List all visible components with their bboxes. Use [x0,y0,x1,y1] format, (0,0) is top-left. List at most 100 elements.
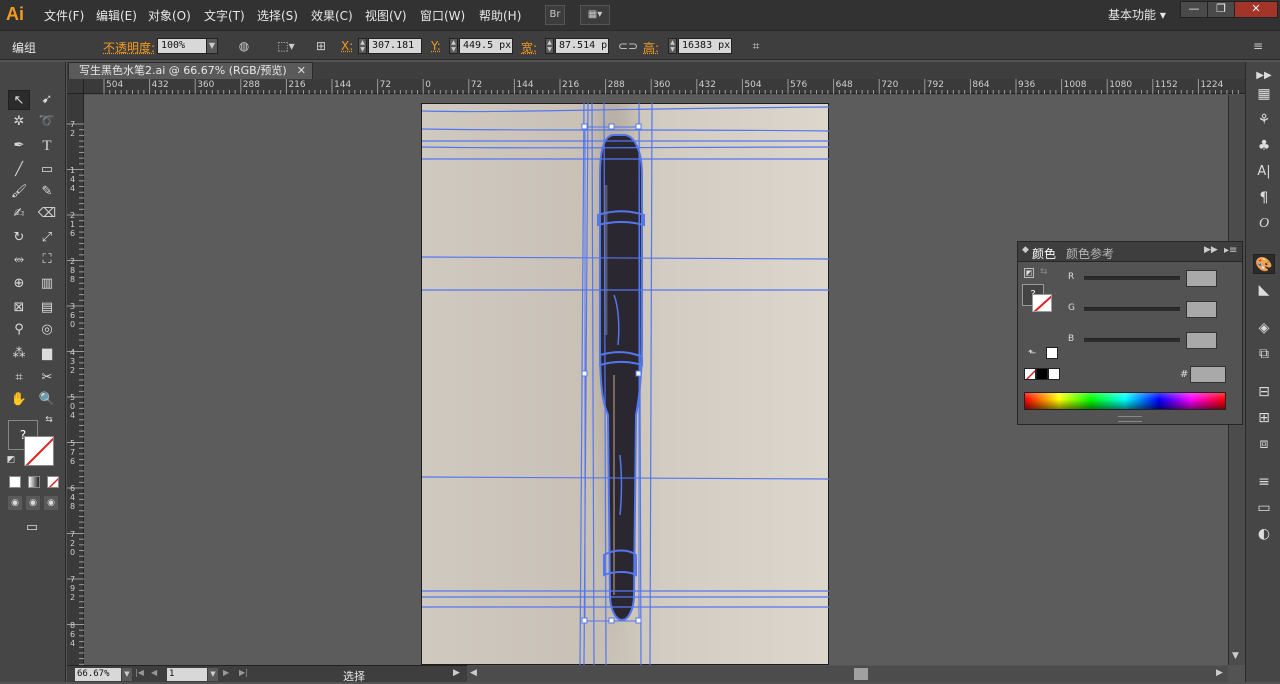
x-spinner[interactable]: ▲ ▼ [358,38,367,54]
black-swatch[interactable] [1036,368,1048,380]
lasso-tool-icon[interactable]: ➰ [36,112,58,132]
panel-stroke-swatch[interactable] [1032,294,1052,312]
panel-grip-icon[interactable]: ◆ [1022,245,1029,255]
width-field[interactable]: 87.514 p [555,38,609,54]
none-swatch[interactable] [1024,368,1036,380]
x-label[interactable]: X: [341,39,353,53]
scale-tool-icon[interactable]: ⤢ [36,228,58,248]
channel-r-value[interactable] [1186,270,1217,287]
paintbrush-tool-icon[interactable]: 🖌 [8,182,30,202]
draw-behind-icon[interactable]: ◉ [26,496,40,510]
horizontal-scroll-thumb[interactable] [854,668,868,680]
magic-wand-tool-icon[interactable]: ✲ [8,112,30,132]
handle-top-center[interactable] [608,123,615,130]
brushes-icon[interactable]: ⚘ [1253,110,1275,130]
x-field[interactable]: 307.181 [368,38,422,54]
color-guide-icon[interactable]: ◣ [1253,280,1275,300]
stroke-panel-icon[interactable]: ≡ [1253,472,1275,492]
horizontal-ruler[interactable]: 504 432 360 288 216 144 72 0 72 144 216 288 360 432 50… [84,79,1245,94]
perspective-grid-tool-icon[interactable]: ▥ [36,274,58,294]
control-menu-icon[interactable]: ≡ [1250,39,1266,53]
artboard-dropdown-icon[interactable]: ▼ [208,668,218,681]
handle-bottom-right[interactable] [635,617,642,624]
default-fill-stroke-icon[interactable]: ◩ [4,454,18,466]
selection-tool-icon[interactable]: ↖ [8,90,30,110]
opacity-dropdown-icon[interactable]: ▼ [206,38,218,54]
opentype-icon[interactable]: O [1253,214,1275,234]
document-tab[interactable]: 写生黑色水笔2.ai @ 66.67% (RGB/预览) ✕ [68,62,313,79]
column-graph-tool-icon[interactable]: ▆ [36,344,58,364]
tab-color[interactable]: 颜色 [1032,245,1056,262]
menu-window[interactable]: 窗口(W) [420,7,465,24]
out-of-gamut-icon[interactable]: ⬑ [1028,348,1036,359]
scroll-left-icon[interactable]: ◀ [470,668,477,678]
screen-mode-icon[interactable]: ▭ [20,518,44,538]
width-label[interactable]: 宽: [521,39,537,56]
pathfinder-icon[interactable]: ⊞ [1253,408,1275,428]
white-swatch[interactable] [1048,368,1060,380]
slice-tool-icon[interactable]: ✂ [36,368,58,388]
minimize-button[interactable]: — [1180,1,1208,18]
gradient-tool-icon[interactable]: ▤ [36,298,58,318]
zoom-dropdown-icon[interactable]: ▼ [122,668,132,681]
layers-icon[interactable]: ◈ [1253,318,1275,338]
scroll-down-icon[interactable]: ▼ [1232,651,1239,661]
arrange-documents-button[interactable]: ▦▾ [580,5,610,25]
height-spinner[interactable]: ▲ ▼ [668,38,677,54]
zoom-tool-icon[interactable]: 🔍 [36,390,58,410]
ruler-origin[interactable] [67,79,84,94]
panel-resize-grip[interactable] [1118,416,1142,422]
direct-selection-tool-icon[interactable]: ➹ [36,90,58,110]
transform-panel-icon[interactable]: ⧈ [1253,434,1275,454]
color-panel-icon[interactable]: 🎨 [1253,254,1275,274]
menu-select[interactable]: 选择(S) [257,7,298,24]
width-spinner[interactable]: ▲ ▼ [545,38,554,54]
menu-view[interactable]: 视图(V) [365,7,407,24]
previous-artboard-icon[interactable]: ◀ [151,668,157,677]
channel-b-value[interactable] [1186,332,1217,349]
artboard-tool-icon[interactable]: ⌗ [8,368,30,388]
hand-tool-icon[interactable]: ✋ [8,390,30,410]
default-colors-icon[interactable]: ◩ [1024,268,1034,278]
websafe-swatch[interactable] [1046,347,1058,359]
menu-help[interactable]: 帮助(H) [479,7,521,24]
menu-type[interactable]: 文字(T) [204,7,245,24]
menu-effect[interactable]: 效果(C) [311,7,353,24]
handle-top-right[interactable] [635,123,642,130]
artboards-icon[interactable]: ⧉ [1253,344,1275,364]
free-transform-tool-icon[interactable]: ⛶ [36,250,58,270]
close-button[interactable]: ✕ [1234,1,1278,18]
pen-tool-icon[interactable]: ✒ [8,136,30,156]
height-field[interactable]: 16383 px [678,38,732,54]
y-label[interactable]: Y: [431,39,441,53]
layers-grid-icon[interactable]: ▦ [1253,84,1275,104]
stroke-swatch[interactable] [24,436,54,466]
gradient-mode-button[interactable] [28,476,40,488]
first-artboard-icon[interactable]: |◀ [135,668,144,677]
character-icon[interactable]: A| [1253,162,1275,182]
height-label[interactable]: 高: [643,39,659,56]
transform-grid-icon[interactable]: ⊞ [313,39,329,53]
swap-colors-icon[interactable]: ⇆ [1040,267,1048,277]
last-artboard-icon[interactable]: ▶| [239,668,248,677]
handle-middle-left[interactable] [581,370,588,377]
handle-top-left[interactable] [581,123,588,130]
scroll-right-icon[interactable]: ▶ [1216,668,1223,678]
shape-builder-tool-icon[interactable]: ⊕ [8,274,30,294]
channel-g-slider[interactable] [1084,307,1180,311]
opacity-field[interactable]: 100% [157,38,207,54]
maximize-button[interactable]: ❐ [1207,1,1235,18]
width-tool-icon[interactable]: ⥈ [8,250,30,270]
eraser-tool-icon[interactable]: ⌫ [36,204,58,224]
dock-collapse-icon[interactable]: ▶▶ [1253,66,1275,86]
y-spinner[interactable]: ▲ ▼ [449,38,458,54]
opacity-label[interactable]: 不透明度: [103,39,155,56]
tab-color-guide[interactable]: 颜色参考 [1066,245,1114,262]
draw-normal-icon[interactable]: ◉ [8,496,22,510]
pencil-tool-icon[interactable]: ✎ [36,182,58,202]
rectangle-tool-icon[interactable]: ▭ [36,160,58,180]
panel-collapse-icon[interactable]: ▶▶ [1204,245,1218,255]
panel-menu-icon[interactable]: ▸≡ [1224,245,1237,256]
swap-fill-stroke-icon[interactable]: ⇆ [42,414,56,426]
blob-brush-tool-icon[interactable]: ✍ [8,204,30,224]
